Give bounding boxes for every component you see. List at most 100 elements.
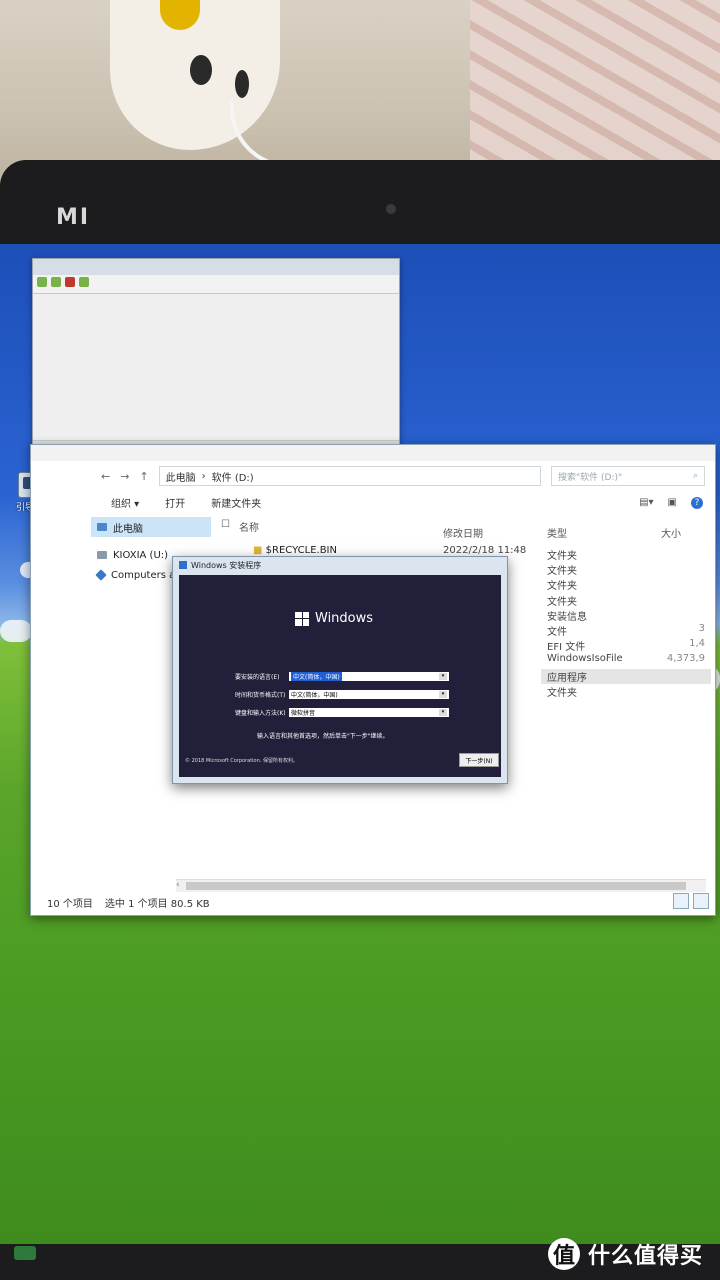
scrollbar-thumb[interactable] (186, 882, 686, 890)
folder-icon: ■ (253, 545, 263, 556)
chevron-down-icon: ▾ (439, 690, 447, 698)
background-window[interactable] (32, 258, 400, 452)
back-arrow-icon[interactable]: ← (101, 470, 110, 483)
list-item[interactable] (41, 348, 391, 356)
windows-flag-icon (295, 611, 309, 626)
up-arrow-icon[interactable]: ↑ (139, 470, 148, 483)
keyboard-select[interactable]: 微软拼音 ▾ (289, 707, 449, 717)
watermark: 值 什么值得买 (548, 1238, 703, 1270)
cloud (0, 620, 32, 642)
preview-pane-icon[interactable]: ▣ (668, 497, 677, 509)
setup-hint: 输入语言和其他首选项，然后单击"下一步"继续。 (257, 733, 389, 740)
front-camera (386, 204, 396, 214)
search-icon: ⌕ (692, 471, 698, 481)
explorer-titlebar[interactable] (31, 445, 715, 461)
format-field: 时间和货币格式(T) 中文(简体，中国) ▾ (235, 689, 449, 699)
organize-button[interactable]: 组织 ▾ (111, 495, 139, 510)
type-column: 文件夹 文件夹 文件夹 文件夹 安装信息 文件 3 EFI 文件 1,4 Windo… (541, 547, 711, 699)
setup-window-icon (179, 561, 187, 569)
file-type: 应用程序 (547, 672, 587, 684)
list-item[interactable] (41, 300, 391, 308)
address-bar[interactable]: 此电脑 › 软件 (D:) (158, 466, 541, 486)
help-icon[interactable]: ? (691, 497, 703, 509)
keyboard-field: 键盘和输入方法(K) 微软拼音 ▾ (235, 707, 449, 717)
field-label: 时间和货币格式(T) (235, 691, 286, 699)
list-item[interactable] (41, 332, 391, 340)
column-type[interactable]: 类型 (547, 525, 567, 540)
windows-setup-dialog[interactable]: Windows 安装程序 Windows 要安装的语言(E) 中文(简体，中国)… (172, 556, 508, 784)
scroll-left-icon[interactable]: ‹ (176, 880, 180, 890)
table-row[interactable]: 文件夹 (541, 593, 711, 608)
windows-logo: Windows (295, 611, 373, 626)
list-item[interactable] (41, 316, 391, 324)
table-row[interactable]: 文件夹 (541, 547, 711, 562)
file-type: 文件夹 (547, 566, 577, 578)
open-button[interactable]: 打开 (165, 495, 185, 510)
file-size: 1,4 (689, 638, 705, 650)
table-row[interactable]: 文件夹 (541, 684, 711, 699)
chevron-down-icon: ▾ (439, 708, 447, 716)
column-modified[interactable]: 修改日期 (443, 525, 483, 540)
search-input[interactable]: 搜索"软件 (D:)" ⌕ (551, 466, 705, 486)
search-placeholder: 搜索"软件 (D:)" (558, 472, 623, 483)
select-all-checkbox[interactable]: ☐ (221, 519, 230, 530)
table-row[interactable]: 文件夹 (541, 562, 711, 577)
file-name: $RECYCLE.BIN (265, 545, 337, 556)
background-window-list (33, 294, 399, 362)
new-folder-button[interactable]: 新建文件夹 (211, 495, 261, 510)
breadcrumb-separator-icon: › (201, 470, 206, 482)
tiles-view-icon[interactable] (693, 893, 709, 909)
column-headers: ☐ 名称 修改日期 类型 大小 (221, 519, 711, 540)
background-window-toolbar (33, 275, 399, 294)
table-row-name[interactable]: ■ $RECYCLE.BIN (253, 545, 337, 556)
column-name[interactable]: 名称 (239, 519, 259, 534)
file-type: 文件夹 (547, 581, 577, 593)
horizontal-scrollbar[interactable]: ‹ (176, 879, 706, 892)
table-row[interactable]: 安装信息 (541, 608, 711, 623)
file-date: 2022/2/18 11:48 (443, 545, 527, 556)
breadcrumb-folder[interactable]: 软件 (D:) (212, 469, 254, 484)
computer-icon (97, 523, 107, 531)
view-options-icon[interactable]: ▤▾ (639, 497, 653, 509)
list-item[interactable] (41, 324, 391, 332)
status-bar: 10 个项目 选中 1 个项目 80.5 KB (47, 895, 210, 910)
setup-titlebar[interactable]: Windows 安装程序 (173, 557, 507, 573)
list-item[interactable] (41, 308, 391, 316)
select-value: 中文(简体，中国) (291, 671, 342, 681)
table-row[interactable]: 文件夹 (541, 577, 711, 592)
taskbar-icon[interactable] (14, 1246, 36, 1260)
item-count: 10 个项目 (47, 899, 93, 910)
format-select[interactable]: 中文(简体，中国) ▾ (289, 689, 449, 699)
list-item[interactable] (41, 340, 391, 348)
toolbar-icon[interactable] (37, 277, 47, 287)
forward-arrow-icon[interactable]: → (120, 470, 129, 483)
table-row-selected[interactable]: 应用程序 (541, 668, 711, 684)
file-type: 文件夹 (547, 687, 577, 699)
windows-wordmark: Windows (315, 611, 374, 626)
field-label: 键盘和输入方法(K) (235, 709, 286, 717)
details-view-icon[interactable] (673, 893, 689, 909)
next-button[interactable]: 下一步(N) (459, 753, 499, 767)
cable (230, 100, 448, 168)
toolbar-icon[interactable] (79, 277, 89, 287)
file-type: 安装信息 (547, 611, 587, 623)
file-size: 4,373,9 (666, 653, 705, 665)
selection-info: 选中 1 个项目 80.5 KB (104, 899, 210, 910)
column-size[interactable]: 大小 (661, 525, 681, 540)
file-type: 文件夹 (547, 596, 577, 608)
background-window-titlebar[interactable] (33, 259, 399, 275)
table-row[interactable]: EFI 文件 1,4 (541, 638, 711, 653)
table-row[interactable]: WindowsIsoFile 4,373,9 (541, 653, 711, 668)
chevron-down-icon: ▾ (439, 672, 447, 680)
language-select[interactable]: 中文(简体，中国) ▾ (289, 671, 449, 681)
breadcrumb-root[interactable]: 此电脑 (166, 469, 196, 484)
toolbar-icon[interactable] (65, 277, 75, 287)
file-type: 文件 (547, 626, 567, 638)
toolbar-icon[interactable] (51, 277, 61, 287)
select-value: 微软拼音 (291, 709, 316, 717)
watermark-logo: 值 (548, 1238, 580, 1270)
nav-item-this-pc[interactable]: 此电脑 (91, 517, 211, 537)
view-toggle (673, 893, 709, 909)
table-row[interactable]: 文件 3 (541, 623, 711, 638)
nav-item-label: 此电脑 (113, 523, 143, 535)
